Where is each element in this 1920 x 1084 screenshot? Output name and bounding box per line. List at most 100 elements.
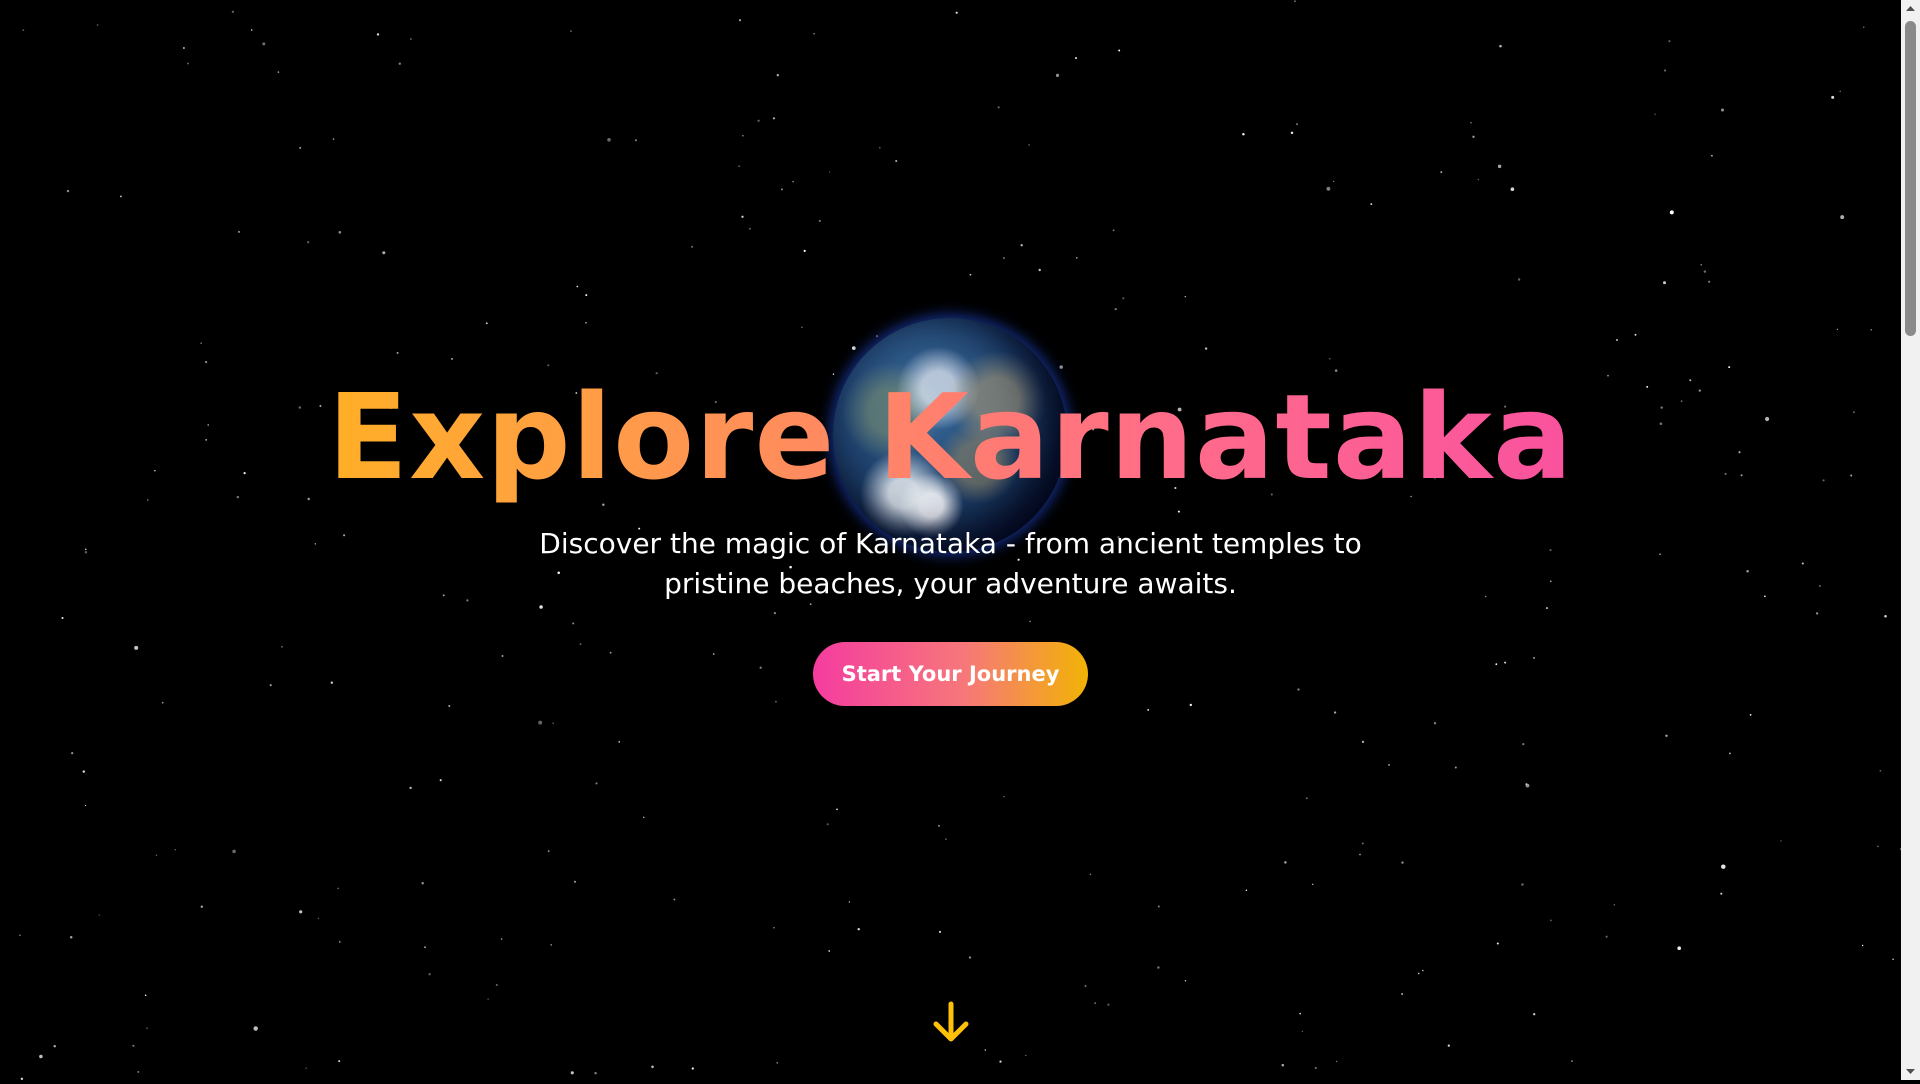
star xyxy=(1433,722,1437,725)
start-journey-button[interactable]: Start Your Journey xyxy=(813,642,1088,706)
star xyxy=(1861,944,1864,947)
star xyxy=(1749,714,1752,716)
star xyxy=(174,849,176,851)
star xyxy=(305,1067,307,1069)
star xyxy=(1361,842,1364,845)
star xyxy=(829,171,831,173)
star xyxy=(1700,264,1702,266)
star xyxy=(772,117,776,120)
star xyxy=(1665,734,1668,738)
scrollbar-thumb[interactable] xyxy=(1905,21,1916,336)
star xyxy=(1114,308,1117,311)
star xyxy=(66,189,70,193)
star xyxy=(1370,203,1373,206)
star xyxy=(96,24,99,26)
star xyxy=(314,543,316,545)
scroll-down-arrow-icon[interactable] xyxy=(1901,1063,1920,1080)
star xyxy=(570,30,572,33)
star xyxy=(857,928,860,931)
star xyxy=(398,62,401,65)
star xyxy=(84,550,88,554)
star xyxy=(1549,549,1552,552)
star xyxy=(773,926,775,929)
star xyxy=(146,1027,148,1029)
star xyxy=(1333,180,1335,183)
star xyxy=(1892,958,1894,961)
star xyxy=(1447,1044,1450,1047)
star xyxy=(1669,210,1674,215)
star xyxy=(738,19,742,22)
star xyxy=(945,838,947,840)
star xyxy=(183,47,185,49)
star xyxy=(618,741,621,743)
star xyxy=(1294,0,1296,2)
star xyxy=(82,770,86,773)
star xyxy=(1028,144,1030,146)
star xyxy=(1184,295,1187,298)
star xyxy=(253,1026,258,1031)
star xyxy=(137,1070,140,1073)
star xyxy=(500,938,503,940)
star xyxy=(848,901,851,903)
star xyxy=(997,106,1000,109)
star xyxy=(585,294,588,297)
hero-section: Explore Karnataka Discover the magic of … xyxy=(0,0,1901,1080)
star xyxy=(281,646,283,648)
star xyxy=(1708,280,1711,283)
star xyxy=(836,808,838,811)
star xyxy=(1634,333,1637,336)
star xyxy=(466,599,469,602)
star xyxy=(691,245,694,248)
star xyxy=(547,850,550,853)
star xyxy=(421,881,424,885)
star xyxy=(232,849,236,854)
star xyxy=(1497,164,1502,169)
star xyxy=(1470,121,1472,124)
star xyxy=(1605,935,1608,938)
star xyxy=(1613,904,1615,906)
star xyxy=(1112,229,1115,232)
star xyxy=(691,1067,694,1070)
star xyxy=(826,823,829,826)
scroll-up-arrow-icon[interactable] xyxy=(1901,0,1920,17)
star xyxy=(875,334,879,338)
star xyxy=(1711,154,1713,157)
star xyxy=(607,138,611,142)
star xyxy=(1284,861,1287,864)
star xyxy=(332,138,335,140)
star xyxy=(1335,1060,1338,1063)
star xyxy=(39,1054,43,1059)
star xyxy=(1780,840,1782,842)
star xyxy=(1020,244,1023,247)
arrow-down-icon[interactable] xyxy=(930,1000,972,1044)
star xyxy=(376,33,380,36)
star xyxy=(1306,797,1308,799)
star xyxy=(53,1045,56,1048)
star xyxy=(84,804,87,807)
star xyxy=(1204,347,1208,350)
star xyxy=(1533,1013,1536,1016)
star xyxy=(71,751,74,755)
star xyxy=(338,1060,341,1063)
star xyxy=(1472,135,1475,138)
star xyxy=(187,62,190,65)
star xyxy=(878,146,881,149)
star xyxy=(818,219,821,222)
star xyxy=(1094,1002,1097,1005)
star xyxy=(712,653,715,655)
star xyxy=(155,854,158,856)
star xyxy=(299,146,302,149)
vertical-scrollbar[interactable] xyxy=(1901,0,1920,1080)
star xyxy=(738,165,740,167)
star xyxy=(1295,123,1299,126)
star xyxy=(741,215,744,218)
star xyxy=(1550,580,1552,583)
star xyxy=(1422,969,1424,972)
star xyxy=(851,346,856,350)
star xyxy=(570,1071,574,1075)
star xyxy=(1668,40,1671,43)
star xyxy=(1522,742,1525,746)
star xyxy=(1076,257,1078,259)
star xyxy=(1616,339,1618,341)
star xyxy=(1189,703,1192,707)
